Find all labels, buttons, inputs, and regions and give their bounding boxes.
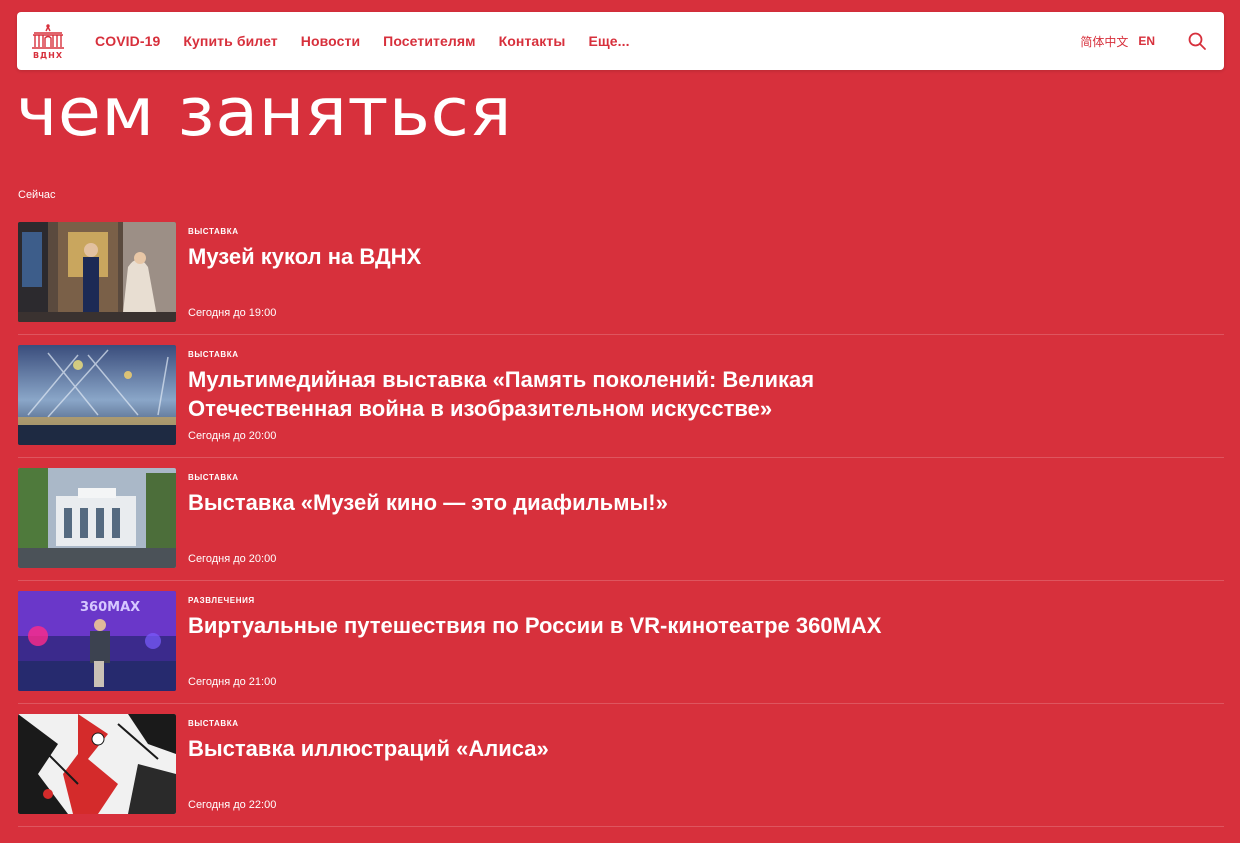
event-thumbnail[interactable] <box>18 468 176 568</box>
logo-text: ВДНХ <box>33 51 63 60</box>
header-right-tools: 简体中文 EN <box>1080 31 1207 51</box>
event-category: ВЫСТАВКА <box>188 350 239 359</box>
event-card-alice-illustrations[interactable]: ВЫСТАВКА Выставка иллюстраций «Алиса» Се… <box>18 704 1224 827</box>
doll-museum-image <box>18 222 176 322</box>
event-time: Сегодня до 20:00 <box>188 430 277 442</box>
pavilion-building-image <box>18 468 176 568</box>
fireworks-painting-image <box>18 345 176 445</box>
nav-contacts[interactable]: Контакты <box>499 33 566 49</box>
event-category: РАЗВЛЕЧЕНИЯ <box>188 596 255 605</box>
nav-news[interactable]: Новости <box>301 33 360 49</box>
nav-more[interactable]: Еще... <box>588 33 629 49</box>
event-title[interactable]: Музей кукол на ВДНХ <box>188 242 888 271</box>
search-icon[interactable] <box>1187 31 1207 51</box>
main-nav: COVID-19 Купить билет Новости Посетителя… <box>95 33 653 49</box>
event-thumbnail[interactable]: 360MAX <box>18 591 176 691</box>
event-time: Сегодня до 21:00 <box>188 676 277 688</box>
event-category: ВЫСТАВКА <box>188 719 239 728</box>
vdnh-arch-icon: ВДНХ <box>32 24 64 60</box>
section-label-now: Сейчас <box>18 189 56 201</box>
event-category: ВЫСТАВКА <box>188 227 239 236</box>
vr-cinema-sign: 360MAX <box>80 600 140 615</box>
nav-covid[interactable]: COVID-19 <box>95 33 160 49</box>
lang-chinese-link[interactable]: 简体中文 <box>1080 33 1128 50</box>
event-title[interactable]: Выставка иллюстраций «Алиса» <box>188 734 888 763</box>
event-title[interactable]: Виртуальные путешествия по России в VR-к… <box>188 611 888 640</box>
nav-visitors[interactable]: Посетителям <box>383 33 475 49</box>
event-title[interactable]: Выставка «Музей кино — это диафильмы!» <box>188 488 888 517</box>
vr-cinema-image: 360MAX <box>18 591 176 691</box>
event-card-film-strip-museum[interactable]: ВЫСТАВКА Выставка «Музей кино — это диаф… <box>18 458 1224 581</box>
events-list: ВЫСТАВКА Музей кукол на ВДНХ Сегодня до … <box>18 212 1224 827</box>
vdnh-logo[interactable]: ВДНХ <box>18 12 78 70</box>
page-title: чем заняться <box>16 73 513 151</box>
event-title[interactable]: Мультимедийная выставка «Память поколени… <box>188 365 888 423</box>
alice-illustration-image <box>18 714 176 814</box>
event-thumbnail[interactable] <box>18 222 176 322</box>
event-card-doll-museum[interactable]: ВЫСТАВКА Музей кукол на ВДНХ Сегодня до … <box>18 212 1224 335</box>
event-category: ВЫСТАВКА <box>188 473 239 482</box>
nav-buy-ticket[interactable]: Купить билет <box>183 33 277 49</box>
event-time: Сегодня до 22:00 <box>188 799 277 811</box>
event-card-memory-of-generations[interactable]: ВЫСТАВКА Мультимедийная выставка «Память… <box>18 335 1224 458</box>
event-time: Сегодня до 20:00 <box>188 553 277 565</box>
event-thumbnail[interactable] <box>18 714 176 814</box>
lang-english-link[interactable]: EN <box>1138 34 1155 48</box>
event-thumbnail[interactable] <box>18 345 176 445</box>
top-navigation-bar: ВДНХ COVID-19 Купить билет Новости Посет… <box>17 12 1224 70</box>
event-time: Сегодня до 19:00 <box>188 307 277 319</box>
event-card-vr-cinema[interactable]: 360MAX РАЗВЛЕЧЕНИЯ Виртуальные путешеств… <box>18 581 1224 704</box>
